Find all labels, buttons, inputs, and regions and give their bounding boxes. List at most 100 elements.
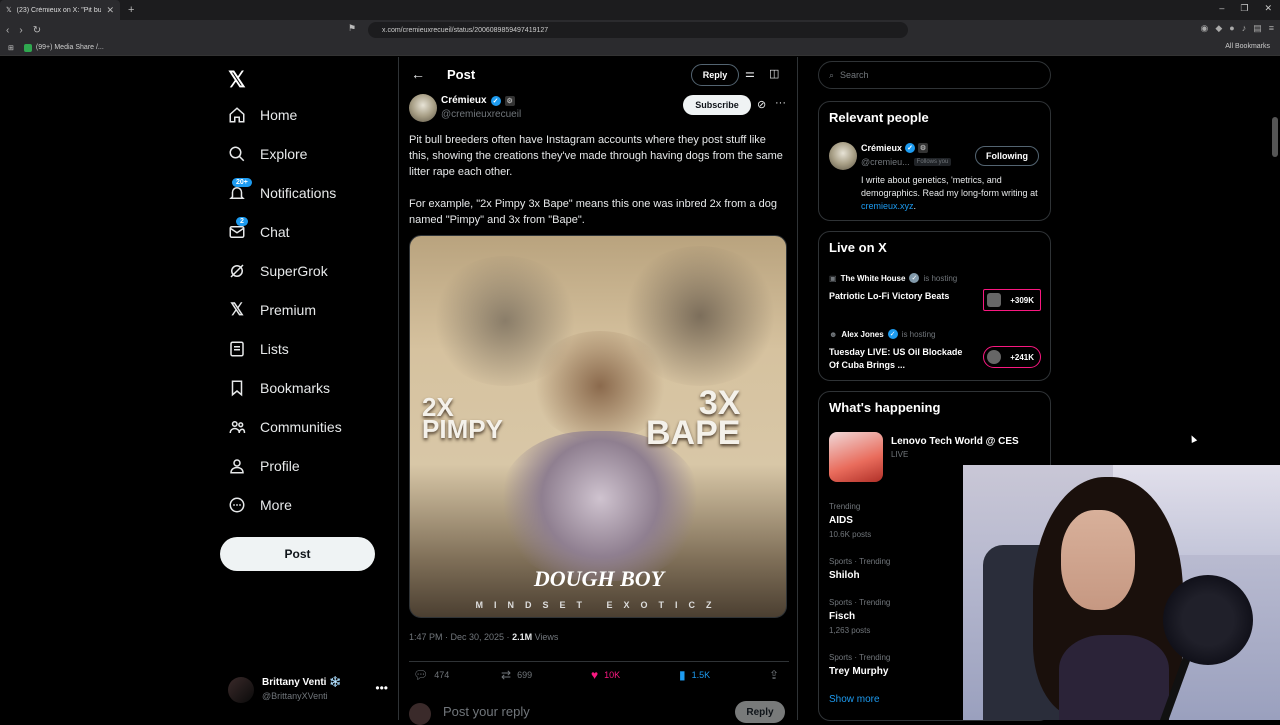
trend-name[interactable]: Trey Murphy — [829, 666, 888, 677]
author-handle[interactable]: @cremieuxrecueil — [441, 109, 521, 120]
back-icon[interactable]: ‹ — [6, 25, 9, 36]
reply-input[interactable]: Post your reply — [443, 704, 530, 719]
host-avatar-icon: ▣ — [829, 273, 837, 283]
people-icon — [228, 418, 246, 436]
trend-count: 10.6K posts — [829, 530, 872, 539]
trend-label: Trending — [829, 502, 861, 511]
listeners-pill[interactable]: +309K — [983, 289, 1041, 311]
extension-icon[interactable]: ◉ — [1201, 23, 1209, 34]
nav-lists[interactable]: Lists — [228, 337, 289, 361]
listeners-pill[interactable]: +241K — [983, 346, 1041, 368]
nav-supergrok[interactable]: SuperGrok — [228, 259, 328, 283]
tweet-paragraph: For example, "2x Pimpy 3x Bape" means th… — [409, 198, 777, 226]
like-action[interactable]: ♥ 10K — [591, 668, 620, 682]
new-tab-icon[interactable]: + — [128, 4, 134, 16]
verified-icon: ✓ — [490, 95, 501, 106]
reload-icon[interactable]: ↻ — [33, 25, 41, 36]
chat-badge: 2 — [236, 217, 248, 226]
nav-more[interactable]: More — [228, 493, 292, 517]
forward-icon[interactable]: › — [19, 25, 22, 36]
event-title[interactable]: Lenovo Tech World @ CES — [891, 436, 1019, 447]
menu-icon[interactable]: ≡ — [1269, 23, 1274, 34]
account-name: Brittany Venti ❄️ — [262, 677, 342, 688]
nav-label: Profile — [260, 458, 300, 474]
back-arrow-icon[interactable]: ← — [411, 66, 425, 82]
close-tab-icon[interactable]: ✕ — [106, 5, 114, 16]
trend-name[interactable]: Fisch — [829, 611, 855, 622]
person-handle: @cremieu... Follows you — [861, 157, 952, 167]
close-window-icon[interactable]: ✕ — [1264, 3, 1272, 14]
address-bar[interactable]: x.com/cremieuxrecueil/status/20060898594… — [368, 22, 908, 38]
show-more-link[interactable]: Show more — [829, 694, 880, 705]
nav-profile[interactable]: Profile — [228, 454, 300, 478]
reply-button[interactable]: Reply — [691, 64, 739, 86]
nav-label: Notifications — [260, 185, 337, 201]
trend-name[interactable]: Shiloh — [829, 570, 860, 581]
relevant-people-card: Relevant people Crémieux ✓ ⚙ @cremieu...… — [818, 101, 1051, 221]
heart-icon: ♥ — [591, 668, 599, 682]
window-controls: – ❐ ✕ — [1219, 3, 1272, 14]
post-meta: 1:47 PM · Dec 30, 2025 · 2.1M Views — [409, 632, 558, 642]
verified-icon: ✓ — [887, 329, 898, 339]
more-dots-icon[interactable]: ··· — [775, 97, 786, 109]
bio-text: I write about genetics, 'metrics, and de… — [861, 175, 1038, 198]
bookmark-item[interactable]: (99+) Media Share /... — [23, 43, 104, 52]
search-icon: ⌕ — [829, 69, 835, 80]
live-title[interactable]: Patriotic Lo-Fi Victory Beats — [829, 290, 969, 303]
bookmark-filled-icon: ▮ — [679, 668, 686, 682]
x-logo-icon[interactable]: 𝕏 — [228, 67, 246, 93]
page-scrollbar[interactable] — [1272, 117, 1278, 157]
grok-icon — [228, 262, 246, 280]
bookmark-action[interactable]: ▮ 1.5K — [679, 668, 710, 682]
avatar[interactable] — [829, 142, 857, 170]
browser-tab[interactable]: 𝕏 (23) Crémieux on X: "Pit bull bre ✕ — [0, 0, 120, 20]
repost-action[interactable]: ⇄ 699 — [501, 668, 532, 682]
nav-label: Lists — [260, 341, 289, 357]
apps-icon[interactable]: ⊞ — [8, 44, 14, 52]
share-action[interactable]: ⇪ — [769, 668, 779, 682]
tune-icon[interactable]: ⚌ — [745, 67, 755, 80]
live-host[interactable]: ▣ The White House ✓ is hosting — [829, 273, 957, 283]
sidebar-toggle-icon[interactable]: ▤ — [1253, 23, 1262, 34]
bookmark-page-icon[interactable]: ⚑ — [348, 23, 356, 34]
grok-icon[interactable]: ⊘ — [757, 98, 766, 111]
reply-composer: Post your reply Reply — [409, 699, 789, 725]
live-host[interactable]: ☻ Alex Jones ✓ is hosting — [829, 329, 935, 339]
bookmark-count: 1.5K — [691, 670, 711, 680]
webcam-overlay — [963, 465, 1280, 720]
nav-label: Premium — [260, 302, 317, 318]
repost-icon: ⇄ — [501, 668, 512, 682]
nav-notifications[interactable]: 20+ Notifications — [228, 178, 337, 205]
search-input[interactable]: ⌕ Search — [818, 61, 1051, 89]
person-name[interactable]: Crémieux ✓ ⚙ — [861, 143, 929, 153]
author-name[interactable]: Crémieux ✓ ⚙ — [441, 95, 515, 106]
extension-icon[interactable]: ♪ — [1242, 23, 1247, 34]
live-title[interactable]: Tuesday LIVE: US Oil Blockade Of Cuba Br… — [829, 346, 969, 372]
nav-premium[interactable]: 𝕏 Premium — [228, 298, 316, 322]
nav-bookmarks[interactable]: Bookmarks — [228, 376, 330, 400]
event-thumbnail[interactable] — [829, 432, 883, 482]
nav-explore[interactable]: Explore — [228, 142, 307, 166]
account-switcher[interactable]: Brittany Venti ❄️ @BrittanyXVenti ••• — [228, 675, 388, 705]
mail-icon: 2 — [228, 217, 248, 241]
reader-view-icon[interactable]: ◫ — [769, 67, 779, 80]
restore-icon[interactable]: ❐ — [1240, 3, 1248, 14]
all-bookmarks[interactable]: All Bookmarks — [1225, 43, 1270, 50]
post-button[interactable]: Post — [220, 537, 375, 571]
author-avatar[interactable] — [409, 94, 437, 122]
extension-icon[interactable]: ◆ — [1215, 23, 1222, 34]
bio-end: . — [913, 201, 917, 211]
tweet-image[interactable]: 2X PIMPY 3X BAPE DOUGH BOY MINDSET EXOTI… — [409, 235, 787, 618]
bio-link[interactable]: cremieux.xyz — [861, 201, 914, 211]
reply-action[interactable]: 💬︎ 474 — [413, 668, 449, 682]
extension-icon[interactable]: ● — [1229, 23, 1234, 34]
following-button[interactable]: Following — [975, 146, 1039, 166]
minimize-icon[interactable]: – — [1219, 3, 1224, 14]
nav-chat[interactable]: 2 Chat — [228, 217, 290, 244]
subscribe-button[interactable]: Subscribe — [683, 95, 751, 115]
nav-home[interactable]: Home — [228, 103, 297, 127]
action-bar: 💬︎ 474 ⇄ 699 ♥ 10K ▮ 1.5K ⇪ — [409, 661, 789, 682]
nav-communities[interactable]: Communities — [228, 415, 342, 439]
more-dots-icon[interactable]: ••• — [375, 681, 388, 695]
trend-name[interactable]: AIDS — [829, 515, 853, 526]
